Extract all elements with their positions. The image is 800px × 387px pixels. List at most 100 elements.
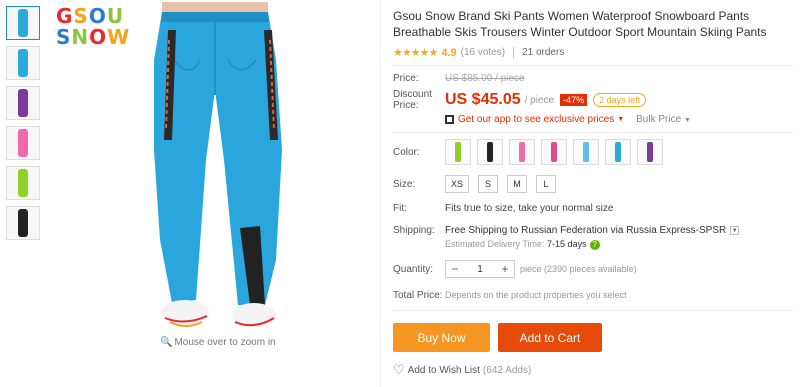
pants-thumbnail-image (18, 89, 28, 117)
thumbnail[interactable] (6, 126, 40, 160)
product-info: Gsou Snow Brand Ski Pants Women Waterpro… (393, 8, 793, 311)
logo-letter: O (89, 25, 108, 49)
pants-thumbnail-image (18, 129, 28, 157)
wishlist-label: Add to Wish List (407, 364, 480, 376)
original-price-row: Price: US $85.00 / piece (393, 73, 793, 84)
discount-label-line: Discount (393, 89, 432, 100)
star-rating-icon[interactable]: ★★★★★ (393, 46, 438, 59)
decrease-quantity-button[interactable]: − (446, 262, 464, 276)
size-row: Size: XS S M L (393, 175, 793, 193)
thumbnail[interactable] (6, 206, 40, 240)
shipping-method[interactable]: Free Shipping to Russian Federation via … (445, 225, 740, 236)
color-option[interactable] (637, 139, 663, 165)
total-price-label: Total Price: (393, 290, 443, 301)
increase-quantity-button[interactable]: + (496, 262, 514, 276)
color-swatch (455, 142, 461, 162)
quantity-stepper: − 1 + (445, 260, 515, 278)
size-option-m[interactable]: M (507, 175, 528, 193)
heart-icon: ♡ (393, 362, 405, 377)
quantity-row: Quantity: − 1 + piece (2390 pieces avail… (393, 260, 793, 278)
qr-code-icon (445, 115, 454, 124)
chevron-down-icon: ▼ (683, 117, 691, 124)
pants-thumbnail-image (18, 209, 28, 237)
discount-price-row: Discount Price: US $45.05 / piece -47% 2 … (393, 89, 793, 111)
discount-price-label: Discount Price: (393, 89, 445, 111)
rating-value: 4.9 (441, 46, 457, 59)
discount-badge: -47% (560, 94, 588, 106)
logo-letter: G (56, 4, 74, 28)
quantity-label: Quantity: (393, 263, 434, 275)
color-option[interactable] (605, 139, 631, 165)
shipping-label: Shipping: (393, 225, 435, 236)
divider (393, 310, 793, 311)
purchase-actions: Buy Now Add to Cart (393, 323, 602, 352)
size-option-xs[interactable]: XS (445, 175, 470, 193)
shipping-details: Free Shipping to Russian Federation via … (445, 225, 740, 250)
color-option[interactable] (477, 139, 503, 165)
estimated-delivery-label: Estimated Delivery Time: (445, 239, 545, 249)
color-swatch (615, 142, 621, 162)
color-row: Color: (393, 139, 793, 165)
logo-letter: N (71, 25, 90, 49)
wishlist-count: (642 Adds) (482, 364, 532, 376)
app-promo-link[interactable]: Get our app to see exclusive prices (458, 114, 614, 125)
thumbnail[interactable] (6, 86, 40, 120)
pants-thumbnail-image (18, 49, 28, 77)
color-swatch (519, 142, 525, 162)
logo-letter: W (107, 25, 131, 49)
logo-line-2: SNOW (56, 27, 130, 48)
logo-letter: O (88, 4, 107, 28)
bulk-price-link[interactable]: Bulk Price ▼ (636, 114, 691, 125)
thumbnail-gallery (6, 6, 40, 246)
add-to-cart-button[interactable]: Add to Cart (498, 323, 602, 352)
help-icon[interactable]: ? (589, 240, 600, 250)
add-to-wishlist[interactable]: ♡ Add to Wish List (642 Adds) (393, 362, 531, 378)
logo-letter: S (56, 25, 72, 49)
app-promo-row: Get our app to see exclusive prices ▼ Bu… (445, 114, 793, 125)
thumbnail[interactable] (6, 166, 40, 200)
main-product-image[interactable] (50, 0, 380, 350)
fit-row: Fit: Fits true to size, take your normal… (393, 203, 793, 214)
color-option[interactable] (445, 139, 471, 165)
buy-now-button[interactable]: Buy Now (393, 323, 490, 352)
color-label: Color: (393, 146, 420, 158)
days-left-badge: 2 days left (593, 93, 647, 107)
magnifier-icon: 🔍 (160, 337, 173, 348)
size-option-s[interactable]: S (478, 175, 499, 193)
logo-letter: S (73, 4, 89, 28)
divider (513, 47, 515, 58)
divider (393, 65, 793, 66)
color-swatch (583, 142, 589, 162)
logo-line-1: GSOU (56, 6, 130, 27)
total-price-value: Depends on the product properties you se… (445, 290, 627, 300)
color-swatch (647, 142, 653, 162)
total-price-row: Total Price: Depends on the product prop… (393, 290, 793, 301)
bulk-price-text: Bulk Price (636, 114, 682, 125)
zoom-hint-text: Mouse over to zoom in (174, 337, 276, 348)
pants-thumbnail-image (18, 9, 28, 37)
chevron-down-icon: ▼ (617, 116, 625, 123)
pants-thumbnail-image (18, 169, 28, 197)
rating-row: ★★★★★ 4.9 (16 votes) 21 orders (393, 46, 793, 60)
shipping-method-text: Free Shipping to Russian Federation via … (445, 225, 727, 236)
quantity-available: piece (2390 pieces available) (520, 264, 637, 274)
fit-label: Fit: (393, 203, 407, 214)
color-option[interactable] (573, 139, 599, 165)
discount-price: US $45.05 (445, 91, 521, 108)
fit-value: Fits true to size, take your normal size (445, 203, 614, 214)
color-option[interactable] (509, 139, 535, 165)
thumbnail[interactable] (6, 6, 40, 40)
chevron-down-icon: ▼ (730, 225, 740, 235)
votes-count[interactable]: (16 votes) (461, 47, 505, 58)
zoom-hint: 🔍 Mouse over to zoom in (160, 337, 276, 348)
color-option[interactable] (541, 139, 567, 165)
estimated-delivery-value: 7-15 days (547, 239, 587, 249)
quantity-input[interactable]: 1 (464, 264, 496, 275)
color-options (445, 139, 663, 165)
discount-label-line: Price: (393, 100, 419, 111)
size-option-l[interactable]: L (536, 175, 557, 193)
color-swatch (551, 142, 557, 162)
thumbnail[interactable] (6, 46, 40, 80)
column-divider (380, 0, 381, 387)
color-swatch (487, 142, 493, 162)
